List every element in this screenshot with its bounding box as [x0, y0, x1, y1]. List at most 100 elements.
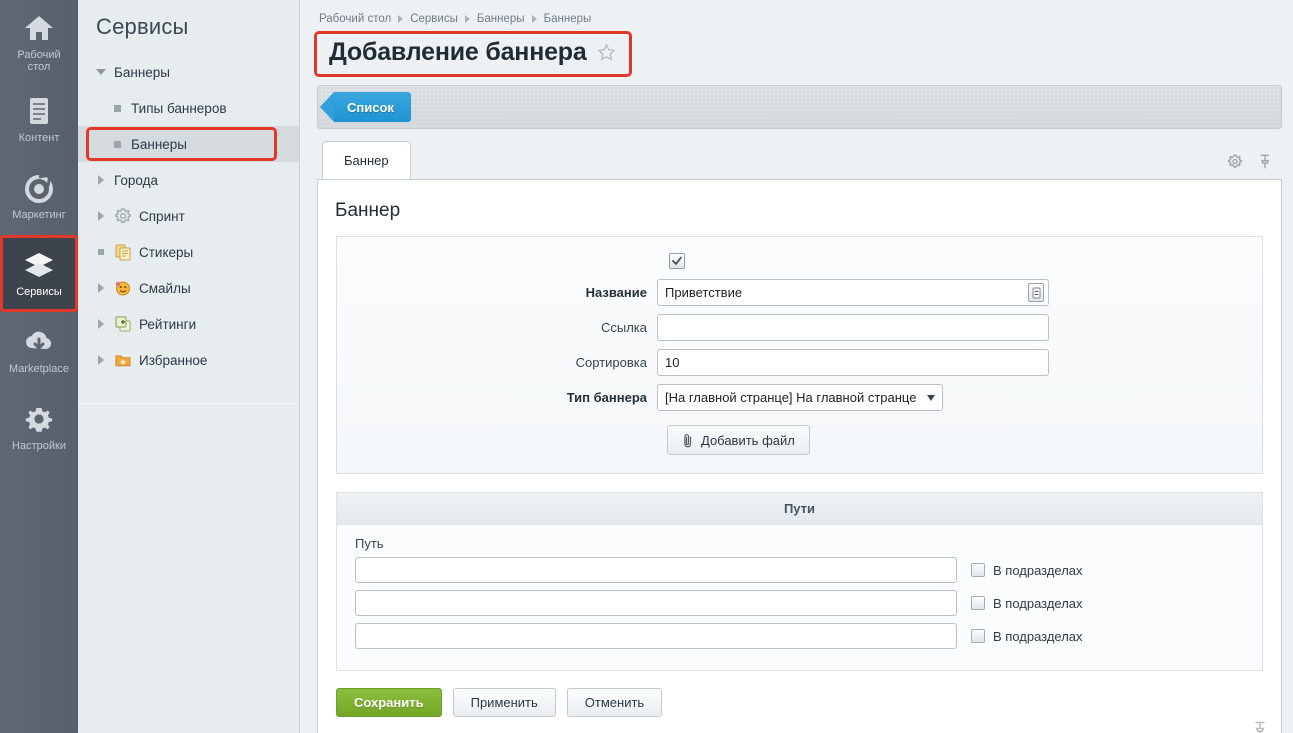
main-content: Рабочий стол Сервисы Баннеры Баннеры Доб…	[300, 0, 1293, 733]
gear-icon[interactable]	[1227, 153, 1243, 170]
sort-input[interactable]	[657, 349, 1049, 376]
tab-banner[interactable]: Баннер	[322, 141, 411, 179]
target-icon	[22, 172, 56, 204]
breadcrumb-separator-icon	[465, 15, 470, 23]
rating-plus-icon	[114, 315, 132, 333]
form-fields-box: Название Ссылка Сортировка	[336, 236, 1263, 474]
add-file-label: Добавить файл	[701, 433, 795, 448]
subsections-checkbox[interactable]	[971, 563, 985, 577]
sidebar-item-cities[interactable]: Города	[78, 162, 299, 198]
banner-type-select[interactable]: [На главной странце] На главной странце	[657, 384, 943, 411]
subsections-label: В подразделах	[993, 563, 1083, 578]
rail-item-label: Рабочий стол	[17, 49, 60, 73]
rail-item-label: Маркетинг	[12, 209, 65, 221]
left-icon-rail: Рабочий стол Контент Маркетинг Сервисы M	[0, 0, 78, 733]
tree-item-label: Баннеры	[131, 137, 187, 152]
home-icon	[22, 12, 56, 44]
path-input[interactable]	[355, 623, 957, 649]
field-label-banner-type: Тип баннера	[337, 390, 657, 405]
add-file-button[interactable]: Добавить файл	[667, 425, 810, 455]
field-label-name: Название	[337, 285, 657, 300]
chevron-right-icon[interactable]	[94, 281, 108, 295]
layers-icon	[22, 249, 56, 281]
active-checkbox[interactable]	[669, 253, 685, 269]
rail-item-services[interactable]: Сервисы	[0, 235, 78, 312]
form-heading: Баннер	[318, 180, 1281, 236]
rail-item-content[interactable]: Контент	[0, 81, 78, 158]
sidebar-item-smiles[interactable]: Смайлы	[78, 270, 299, 306]
name-input-translate-icon[interactable]	[1028, 283, 1044, 302]
name-input-wrap	[657, 279, 1049, 306]
sidebar-divider	[78, 403, 299, 404]
pin-icon[interactable]	[1253, 721, 1267, 733]
field-label-link: Ссылка	[337, 320, 657, 335]
chevron-right-icon[interactable]	[94, 353, 108, 367]
sidebar-item-sprint[interactable]: Спринт	[78, 198, 299, 234]
document-icon	[22, 95, 56, 127]
breadcrumb-separator-icon	[532, 15, 537, 23]
tree-item-label: Спринт	[139, 209, 185, 224]
cancel-button[interactable]: Отменить	[567, 688, 662, 717]
rail-item-desktop[interactable]: Рабочий стол	[0, 4, 78, 81]
rail-item-marketing[interactable]: Маркетинг	[0, 158, 78, 235]
subsections-label: В подразделах	[993, 629, 1083, 644]
sidebar-item-banners-group[interactable]: Баннеры	[78, 54, 299, 90]
sidebar-item-favorites[interactable]: Избранное	[78, 342, 299, 378]
sidebar-item-banner-types[interactable]: Типы баннеров	[78, 90, 299, 126]
smiley-icon	[114, 279, 132, 297]
rail-item-marketplace[interactable]: Marketplace	[0, 312, 78, 389]
subsections-checkbox[interactable]	[971, 629, 985, 643]
field-row-sort: Сортировка	[337, 349, 1262, 376]
tree-item-label: Избранное	[139, 353, 207, 368]
name-input[interactable]	[657, 279, 1049, 306]
sidebar-item-banners[interactable]: Баннеры	[78, 126, 299, 162]
paths-section-title: Пути	[336, 492, 1263, 525]
chevron-right-icon[interactable]	[94, 317, 108, 331]
gear-icon	[22, 403, 56, 435]
tab-tools	[1227, 153, 1273, 170]
path-row: В подразделах	[337, 623, 1262, 649]
path-input[interactable]	[355, 557, 957, 583]
pages-icon	[114, 243, 132, 261]
admin-page: Рабочий стол Контент Маркетинг Сервисы M	[0, 0, 1293, 733]
sidebar: Сервисы Баннеры Типы баннеров Баннеры Го…	[78, 0, 300, 733]
page-toolbar: Список	[317, 85, 1282, 129]
pin-icon[interactable]	[1257, 153, 1273, 170]
star-icon[interactable]	[597, 43, 616, 62]
breadcrumb: Рабочий стол Сервисы Баннеры Баннеры	[317, 8, 1282, 31]
chevron-right-icon[interactable]	[94, 173, 108, 187]
chevron-right-icon[interactable]	[94, 209, 108, 223]
tree-item-label: Типы баннеров	[131, 101, 227, 116]
rail-item-label: Сервисы	[16, 286, 62, 298]
path-input[interactable]	[355, 590, 957, 616]
apply-button[interactable]: Применить	[453, 688, 556, 717]
paperclip-icon	[682, 433, 694, 448]
tree-item-label: Смайлы	[139, 281, 191, 296]
chevron-down-icon[interactable]	[94, 65, 108, 79]
sidebar-item-stickers[interactable]: Стикеры	[78, 234, 299, 270]
form-panel: Баннер Название	[317, 180, 1282, 733]
favorites-folder-icon	[114, 351, 132, 369]
link-input[interactable]	[657, 314, 1049, 341]
breadcrumb-item-0[interactable]: Рабочий стол	[319, 13, 391, 25]
field-row-link: Ссылка	[337, 314, 1262, 341]
sidebar-item-ratings[interactable]: Рейтинги	[78, 306, 299, 342]
tree-item-label: Баннеры	[114, 65, 170, 80]
rail-item-settings[interactable]: Настройки	[0, 389, 78, 466]
active-checkbox-row	[337, 253, 1262, 269]
rail-item-label: Настройки	[12, 440, 66, 452]
breadcrumb-item-2[interactable]: Баннеры	[477, 13, 525, 25]
field-row-banner-type: Тип баннера [На главной странце] На глав…	[337, 384, 1262, 411]
paths-caption: Путь	[337, 534, 1262, 557]
sidebar-title: Сервисы	[78, 0, 299, 52]
tabs-bar: Баннер	[317, 141, 1282, 180]
square-bullet-icon	[94, 245, 108, 259]
sidebar-tree: Баннеры Типы баннеров Баннеры Города Спр…	[78, 52, 299, 378]
subsections-label: В подразделах	[993, 596, 1083, 611]
save-button[interactable]: Сохранить	[336, 688, 442, 717]
list-button[interactable]: Список	[334, 92, 411, 122]
breadcrumb-item-3[interactable]: Баннеры	[544, 13, 592, 25]
breadcrumb-item-1[interactable]: Сервисы	[410, 13, 458, 25]
subsections-checkbox[interactable]	[971, 596, 985, 610]
chevron-down-icon	[927, 395, 935, 401]
